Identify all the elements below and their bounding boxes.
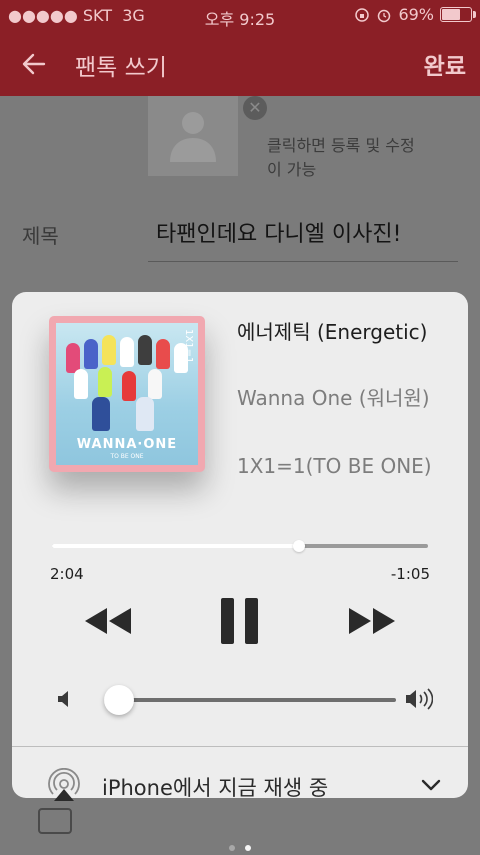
fast-forward-button[interactable] <box>346 596 398 646</box>
photo-remove-button[interactable]: ✕ <box>243 96 267 120</box>
alarm-icon <box>378 9 391 22</box>
chevron-down-icon[interactable] <box>420 774 442 796</box>
back-arrow-icon[interactable] <box>20 50 48 78</box>
battery-percent: 69% <box>398 5 434 24</box>
rewind-icon <box>85 608 131 634</box>
fast-forward-icon <box>349 608 395 634</box>
camera-icon[interactable] <box>38 808 72 834</box>
pause-button[interactable] <box>217 596 263 646</box>
airplay-icon <box>48 768 80 801</box>
pause-icon <box>221 598 258 644</box>
track-title: 에너제틱 (Energetic) <box>237 320 428 344</box>
subject-label: 제목 <box>22 224 59 248</box>
album-art: 1X1=1 WANNA·ONE TO BE ONE <box>49 316 205 472</box>
playback-elapsed-bar <box>52 544 299 548</box>
now-playing-card: 1X1=1 WANNA·ONE TO BE ONE 에너제틱 (Energeti… <box>12 292 468 801</box>
volume-slider-handle[interactable] <box>103 685 134 715</box>
subject-underline <box>148 261 458 262</box>
volume-max-icon <box>406 688 433 710</box>
person-placeholder-icon <box>170 112 216 162</box>
output-device-label: iPhone에서 지금 재생 중 <box>102 776 329 800</box>
remaining-time: -1:05 <box>390 565 430 583</box>
page-dot[interactable] <box>229 845 235 851</box>
subject-input[interactable]: 타팬인데요 다니엘 이사진! <box>156 216 401 248</box>
album-subtitle: TO BE ONE <box>110 453 144 460</box>
photo-upload-box[interactable] <box>148 96 238 176</box>
status-bar: ●●●●● SKT 3G 오후 9:25 69% <box>0 0 480 32</box>
page-dot-active[interactable] <box>245 845 251 851</box>
done-button[interactable]: 완료 <box>424 47 466 81</box>
battery-icon <box>440 7 476 22</box>
app-bar: 팬톡 쓰기 완료 <box>0 32 480 96</box>
track-album: 1X1=1(TO BE ONE) <box>237 454 432 478</box>
status-icons: 69% <box>354 5 476 24</box>
orientation-lock-icon <box>355 7 370 22</box>
card-divider <box>12 746 468 747</box>
volume-min-icon <box>58 691 68 707</box>
page-indicator <box>0 836 480 855</box>
track-artist: Wanna One (워너원) <box>237 386 430 410</box>
album-side-text: 1X1=1 <box>183 329 194 364</box>
rewind-button[interactable] <box>82 596 134 646</box>
elapsed-time: 2:04 <box>50 565 84 583</box>
playback-scrubber-handle[interactable] <box>292 540 305 552</box>
volume-slider[interactable] <box>103 685 396 715</box>
album-logo: WANNA·ONE <box>76 437 178 452</box>
album-art-image: 1X1=1 WANNA·ONE TO BE ONE <box>56 323 198 465</box>
photo-hint-text: 클릭하면 등록 및 수정이 가능 <box>267 136 415 179</box>
page-title: 팬톡 쓰기 <box>75 55 167 81</box>
playback-scrubber[interactable] <box>52 540 428 552</box>
